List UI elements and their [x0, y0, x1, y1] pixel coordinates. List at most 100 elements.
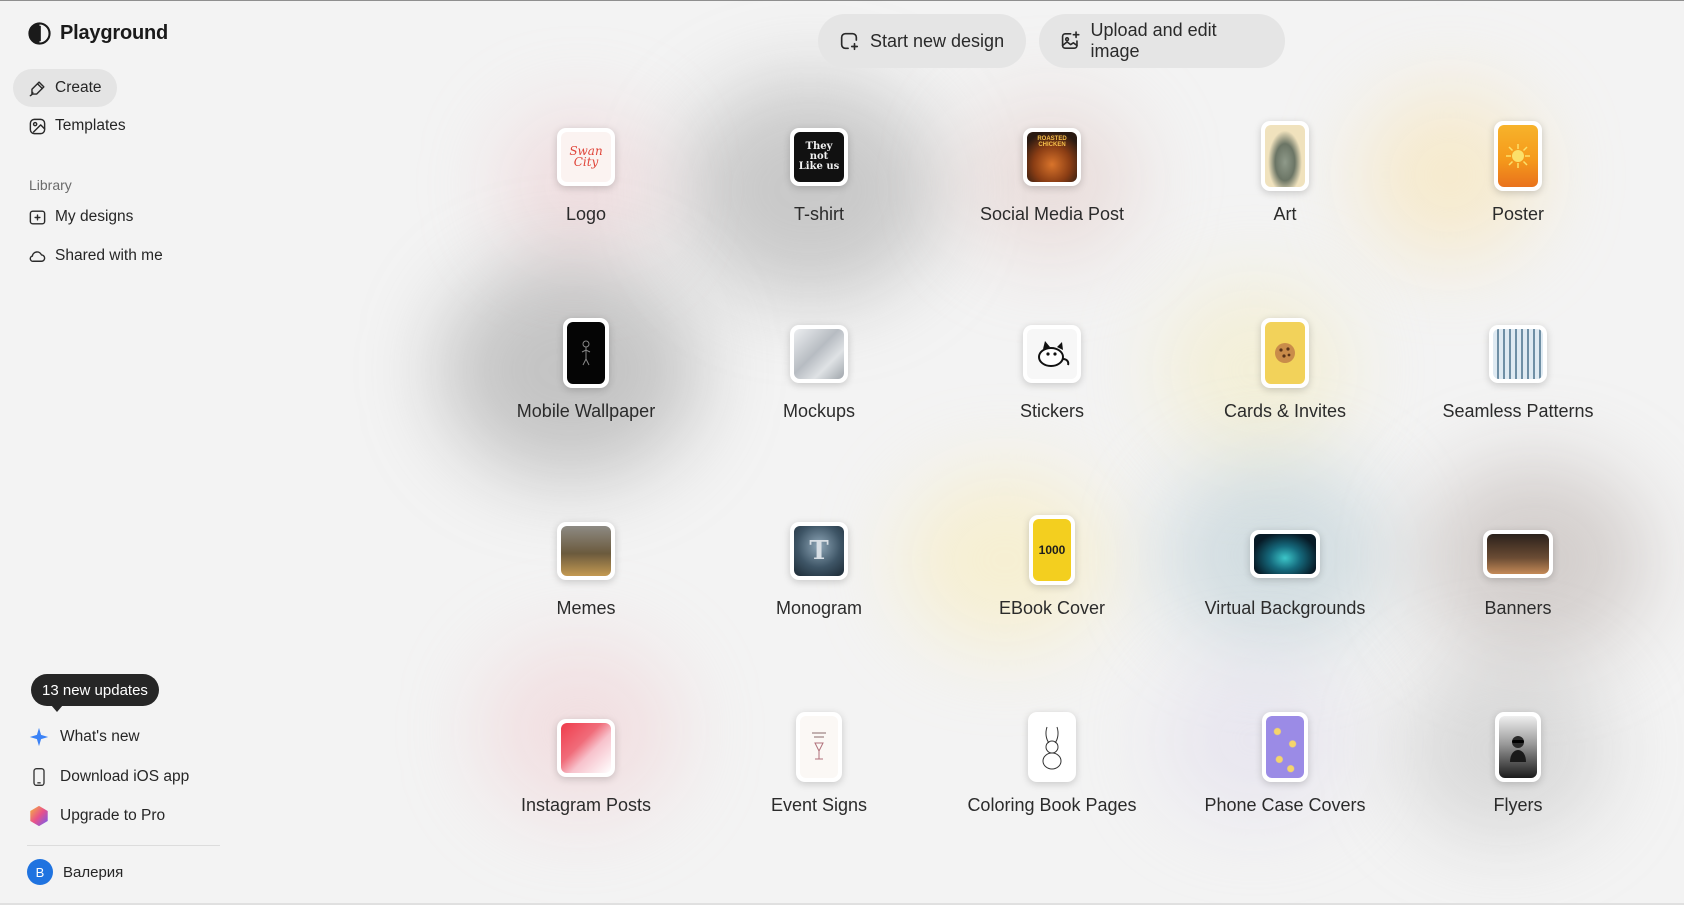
category-tile[interactable]: Mobile Wallpaper: [486, 309, 686, 459]
category-tile[interactable]: Event Signs: [719, 703, 919, 853]
thumb-text: 1000: [1033, 519, 1071, 581]
category-tile[interactable]: T Monogram: [719, 506, 919, 656]
start-new-design-button[interactable]: Start new design: [818, 14, 1026, 68]
thumb-text: Swan City: [561, 132, 611, 182]
category-label: Banners: [1484, 598, 1552, 618]
category-tile[interactable]: Cards & Invites: [1185, 309, 1385, 459]
category-tile[interactable]: Virtual Backgrounds: [1185, 506, 1385, 656]
updates-badge[interactable]: 13 new updates: [31, 674, 159, 712]
category-label: Memes: [556, 598, 616, 618]
category-label: Art: [1273, 204, 1297, 224]
cloud-icon: [29, 250, 46, 262]
cards-invites-thumbnail: [1261, 318, 1309, 388]
art-thumbnail: [1261, 121, 1309, 191]
upload-edit-image-button[interactable]: Upload and edit image: [1039, 14, 1285, 68]
category-tile[interactable]: Art: [1185, 112, 1385, 262]
seamless-patterns-thumbnail: [1489, 325, 1547, 383]
start-new-design-label: Start new design: [870, 30, 1005, 51]
monogram-thumbnail: T: [790, 522, 848, 580]
logo-thumbnail: Swan City: [557, 128, 615, 186]
category-tile[interactable]: Coloring Book Pages: [952, 703, 1152, 853]
category-tile[interactable]: Poster: [1418, 112, 1618, 262]
nav-shared-label: Shared with me: [55, 247, 163, 264]
category-label: Virtual Backgrounds: [1204, 598, 1366, 618]
memes-thumbnail: [557, 522, 615, 580]
download-ios-label: Download iOS app: [60, 768, 190, 785]
sparkle-icon: [28, 726, 50, 748]
sidebar: Playground Create Templates Library My d…: [0, 0, 230, 905]
templates-icon: [29, 118, 46, 134]
category-tile[interactable]: Stickers: [952, 309, 1152, 459]
new-design-icon: [840, 32, 859, 51]
upgrade-pro-link[interactable]: Upgrade to Pro: [28, 801, 165, 831]
category-label: Mockups: [782, 401, 856, 421]
virtual-backgrounds-thumbnail: [1250, 530, 1320, 578]
sidebar-divider: [27, 845, 220, 846]
category-label: Event Signs: [770, 795, 868, 815]
nav-templates-label: Templates: [55, 117, 126, 134]
category-tile[interactable]: Flyers: [1418, 703, 1618, 853]
nav-my-designs-label: My designs: [55, 208, 134, 225]
category-tile[interactable]: Seamless Patterns: [1418, 309, 1618, 459]
social-post-thumbnail: ROASTED CHICKEN: [1023, 128, 1081, 186]
category-tile[interactable]: Mockups: [719, 309, 919, 459]
category-tile[interactable]: Swan City Logo: [486, 112, 686, 262]
category-label: Coloring Book Pages: [967, 795, 1137, 815]
category-label: T-shirt: [793, 204, 844, 224]
folder-plus-icon: [29, 209, 46, 225]
category-label: Logo: [565, 204, 607, 224]
ebook-cover-thumbnail: 1000: [1029, 515, 1075, 585]
category-tile[interactable]: Phone Case Covers: [1185, 703, 1385, 853]
phone-icon: [28, 766, 50, 788]
category-tile[interactable]: ROASTED CHICKEN Social Media Post: [952, 112, 1152, 262]
app-logo[interactable]: Playground: [28, 22, 168, 45]
user-account[interactable]: В Валерия: [27, 859, 123, 885]
playground-logo-icon: [28, 22, 51, 45]
nav-create-label: Create: [55, 79, 102, 96]
nav-create[interactable]: Create: [13, 69, 117, 107]
category-label: Stickers: [1019, 401, 1084, 421]
category-label: Phone Case Covers: [1204, 795, 1366, 815]
image-plus-icon: [1061, 31, 1080, 49]
category-tile[interactable]: Banners: [1418, 506, 1618, 656]
user-name: Валерия: [63, 863, 124, 881]
window-top-border: [0, 0, 1684, 1]
category-tile[interactable]: They not Like us T-shirt: [719, 112, 919, 262]
category-label: Social Media Post: [979, 204, 1125, 224]
tshirt-thumbnail: They not Like us: [790, 128, 848, 186]
phone-case-thumbnail: [1262, 712, 1308, 782]
instagram-posts-thumbnail: [557, 719, 615, 777]
category-label: Monogram: [775, 598, 863, 618]
event-signs-thumbnail: [796, 712, 842, 782]
mobile-wallpaper-thumbnail: [563, 318, 609, 388]
category-tile[interactable]: Memes: [486, 506, 686, 656]
category-label: Seamless Patterns: [1442, 401, 1594, 421]
category-label: Flyers: [1493, 795, 1543, 815]
upload-edit-label: Upload and edit image: [1090, 20, 1217, 61]
upgrade-pro-label: Upgrade to Pro: [60, 807, 166, 824]
app-name: Playground: [60, 22, 169, 44]
category-label: Mobile Wallpaper: [516, 401, 656, 421]
stickers-thumbnail: [1023, 325, 1081, 383]
library-section-label: Library: [29, 177, 72, 193]
nav-templates[interactable]: Templates: [13, 107, 141, 145]
category-label: Cards & Invites: [1223, 401, 1347, 421]
banners-thumbnail: [1483, 530, 1553, 578]
category-tile[interactable]: Instagram Posts: [486, 703, 686, 853]
download-ios-link[interactable]: Download iOS app: [28, 762, 189, 792]
nav-my-designs[interactable]: My designs: [13, 198, 148, 236]
brush-icon: [29, 80, 45, 96]
coloring-book-thumbnail: [1028, 712, 1076, 782]
category-tile[interactable]: 1000 EBook Cover: [952, 506, 1152, 656]
pro-gradient-icon: [28, 805, 50, 827]
flyers-thumbnail: [1495, 712, 1541, 782]
category-label: Poster: [1491, 204, 1545, 224]
category-label: EBook Cover: [998, 598, 1106, 618]
thumb-text: ROASTED CHICKEN: [1027, 132, 1077, 182]
nav-shared-with-me[interactable]: Shared with me: [13, 237, 178, 275]
avatar: В: [27, 859, 53, 885]
whats-new-label: What's new: [60, 728, 140, 745]
whats-new-link[interactable]: What's new: [28, 722, 140, 752]
thumb-text: They not Like us: [794, 132, 844, 182]
mockups-thumbnail: [790, 325, 848, 383]
